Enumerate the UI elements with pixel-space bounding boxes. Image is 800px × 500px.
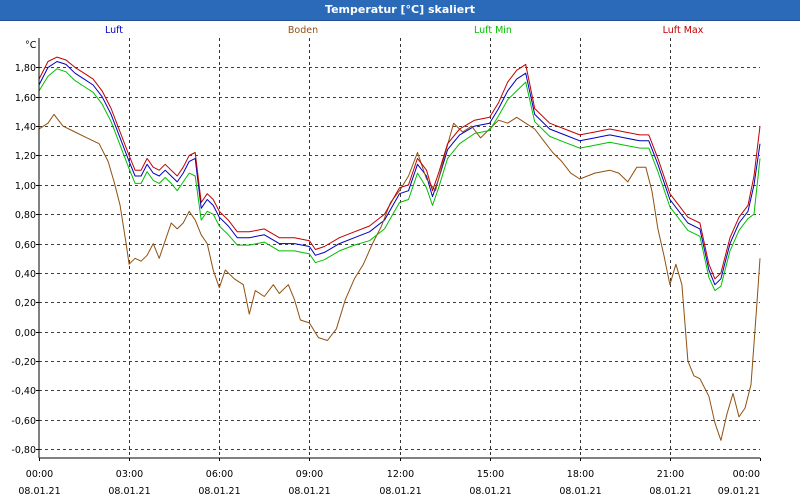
legend-entry-luft: Luft [105,25,123,36]
y-tick-label: -0,40 [11,386,36,397]
x-tick-label-date: 08.01.21 [18,486,60,497]
y-tick-label: 1,80 [15,63,36,74]
y-tick-label: 0,20 [15,298,36,309]
x-tick-label-date: 08.01.21 [469,486,511,497]
x-tick-label-time: 06:00 [206,469,233,480]
chart-canvas: 1,80 1,60 1,40 1,20 1,00 0,80 0,60 0,40 0,20 0,00… [11,25,761,497]
legend-entry-luft-min: Luft Min [474,25,512,36]
y-tick-label: 1,20 [15,151,36,162]
legend-entry-boden: Boden [288,25,318,36]
x-tick-label-time: 03:00 [116,469,143,480]
y-tick-label: 0,40 [15,269,36,280]
x-tick-label-time: 12:00 [387,469,414,480]
x-tick-label-date: 08.01.21 [288,486,330,497]
y-tick-label: -0,80 [11,445,36,456]
y-tick-label: 0,00 [15,328,36,339]
x-tick-label-time: 18:00 [567,469,594,480]
y-tick-label: 0,80 [15,210,36,221]
chart-window: Temperatur [°C] skaliert 1,80 1,60 1,40 1,2… [0,0,800,500]
x-tick-label-date: 08.01.21 [198,486,240,497]
x-tick-label-date: 08.01.21 [108,486,150,497]
x-tick-label-time: 09:00 [296,469,323,480]
legend: Luft Boden Luft Min Luft Max [105,25,704,36]
plot-background [39,38,760,458]
x-tick-label-date: 08.01.21 [649,486,691,497]
y-tick-label: 1,00 [15,181,36,192]
y-tick-label: -0,20 [11,357,36,368]
x-tick-label-date: 08.01.21 [559,486,601,497]
x-tick-labels: 00:00 08.01.21 03:00 08.01.21 06:00 08.01.21 0… [18,469,760,497]
y-tick-labels: 1,80 1,60 1,40 1,20 1,00 0,80 0,60 0,40 0,20 0,00… [11,63,36,456]
y-tick-label: -0,60 [11,416,36,427]
x-tick-label-time: 21:00 [657,469,684,480]
y-tick-label: 1,60 [15,93,36,104]
x-tick-label-time: 00:00 [26,469,53,480]
y-tick-label: 1,40 [15,122,36,133]
y-axis-unit-label: °C [25,40,37,51]
x-tick-label-date: 09.01.21 [718,486,760,497]
x-tick-label-time: 15:00 [477,469,504,480]
y-tick-label: 0,60 [15,240,36,251]
x-tick-label-date: 08.01.21 [379,486,421,497]
legend-entry-luft-max: Luft Max [663,25,704,36]
x-tick-label-time: 00:00 [733,469,760,480]
